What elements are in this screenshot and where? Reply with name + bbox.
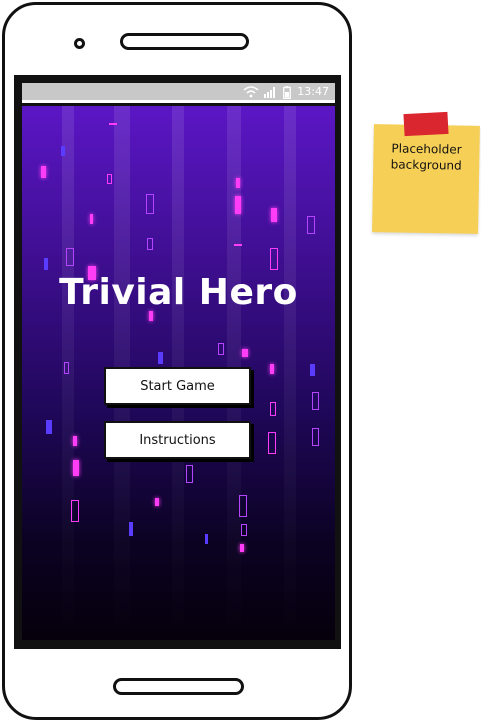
background-particle [109, 123, 117, 125]
status-bar: 13:47 [22, 83, 335, 103]
background-particle [66, 248, 74, 266]
start-game-button[interactable]: Start Game [104, 367, 251, 405]
app-title: Trivial Hero [59, 272, 298, 313]
speaker-grille [120, 33, 249, 50]
background-particle [146, 194, 154, 214]
background-particle [205, 534, 208, 544]
background-particle [71, 500, 79, 522]
background-particle [270, 248, 278, 270]
background-particle [61, 146, 65, 156]
background-particle [186, 465, 193, 483]
background-particle [268, 432, 276, 454]
background-particle [240, 544, 244, 552]
background-particle [73, 460, 79, 476]
background-streak [284, 106, 296, 640]
background-particle [90, 214, 93, 224]
sticky-note-line1: Placeholder [391, 141, 462, 157]
background-particle [218, 343, 224, 355]
background-particle [270, 402, 276, 416]
background-particle [147, 238, 153, 250]
background-particle [241, 524, 247, 536]
background-particle [270, 364, 274, 374]
background-particle [41, 166, 46, 178]
background-particle [44, 258, 48, 270]
background-particle [310, 364, 315, 376]
background-particle [235, 196, 241, 214]
background-particle [242, 349, 248, 357]
status-time: 13:47 [297, 85, 329, 98]
background-particle [46, 420, 52, 434]
background-particle [236, 178, 240, 188]
background-particle [158, 352, 163, 364]
background-particle [155, 498, 159, 506]
home-button[interactable] [113, 678, 244, 695]
background-particle [129, 522, 133, 536]
background-particle [307, 216, 315, 234]
wifi-icon [243, 85, 259, 98]
background-particle [64, 362, 69, 374]
background-particle [234, 244, 242, 246]
battery-icon [283, 85, 292, 99]
sticky-note-text: Placeholder background [373, 140, 480, 174]
instructions-button[interactable]: Instructions [104, 421, 251, 459]
background-particle [312, 428, 319, 446]
sticky-note: Placeholder background [372, 124, 480, 234]
background-particle [239, 495, 247, 517]
start-game-label: Start Game [140, 378, 215, 394]
signal-icon [263, 86, 277, 98]
background-particle [73, 436, 77, 446]
tape-icon [403, 111, 449, 137]
background-particle [312, 392, 319, 410]
sticky-note-line2: background [390, 157, 462, 173]
camera-icon [74, 38, 85, 49]
instructions-label: Instructions [139, 432, 216, 448]
app-screen: Trivial Hero Start Game Instructions [22, 106, 335, 640]
background-particle [107, 174, 112, 184]
background-particle [271, 208, 277, 222]
